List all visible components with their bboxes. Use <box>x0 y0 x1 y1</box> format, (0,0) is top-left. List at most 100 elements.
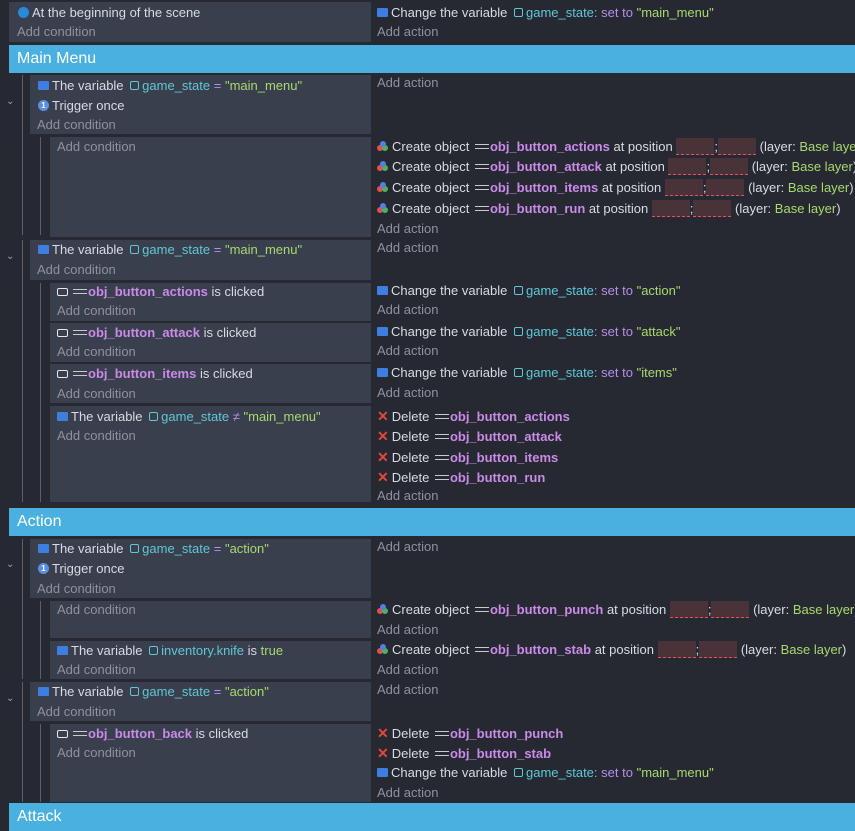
add-action-link[interactable]: Add action <box>377 22 438 42</box>
add-action-link[interactable]: Add action <box>377 73 438 93</box>
add-condition-link[interactable]: Add condition <box>57 137 136 157</box>
create-object-icon <box>377 182 389 193</box>
action-create-object[interactable]: Create object obj_button_punch at positi… <box>377 600 855 620</box>
action-create-object[interactable]: Create object obj_button_run at position… <box>377 199 841 219</box>
position-y-field[interactable] <box>717 138 756 156</box>
add-action-link[interactable]: Add action <box>377 383 438 403</box>
add-condition-link[interactable]: Add condition <box>57 600 136 620</box>
variable-icon <box>38 687 49 697</box>
delete-icon: ✕ <box>377 449 389 465</box>
object-icon <box>474 647 489 653</box>
action-delete-object[interactable]: ✕ Delete obj_button_stab <box>377 743 551 763</box>
action-create-object[interactable]: Create object obj_button_items at positi… <box>377 178 854 198</box>
add-condition-link[interactable]: Add condition <box>17 22 96 42</box>
action-create-object[interactable]: Create object obj_button_stab at positio… <box>377 640 846 660</box>
action-create-object[interactable]: Create object obj_button_actions at posi… <box>377 137 855 157</box>
add-condition-link[interactable]: Add condition <box>57 342 136 362</box>
condition-variable-equals[interactable]: The variable game_state = "main_menu" <box>38 76 302 96</box>
condition-variable-true[interactable]: The variable inventory.knife is true <box>57 641 283 661</box>
action-delete-object[interactable]: ✕ Delete obj_button_punch <box>377 723 563 743</box>
collapse-chevron-icon[interactable]: ⌄ <box>6 559 14 570</box>
position-x-field[interactable] <box>651 200 690 218</box>
group-header-action[interactable]: Action <box>9 508 855 536</box>
scene-variable-icon <box>149 412 159 422</box>
action-change-variable[interactable]: Change the variable game_state: set to "… <box>377 763 714 783</box>
condition-scene-start[interactable]: At the beginning of the scene <box>18 3 200 23</box>
group-header-attack[interactable]: Attack <box>9 803 855 831</box>
delete-icon: ✕ <box>377 745 389 761</box>
position-y-field[interactable] <box>706 179 745 197</box>
position-x-field[interactable] <box>668 158 707 176</box>
condition-object-clicked[interactable]: obj_button_back is clicked <box>57 724 248 744</box>
add-condition-link[interactable]: Add condition <box>57 384 136 404</box>
position-y-field[interactable] <box>693 200 732 218</box>
condition-object-clicked[interactable]: obj_button_attack is clicked <box>57 323 256 343</box>
condition-variable-equals[interactable]: The variable game_state = "action" <box>38 539 269 559</box>
condition-object-clicked[interactable]: obj_button_items is clicked <box>57 364 253 384</box>
add-action-link[interactable]: Add action <box>377 660 438 680</box>
action-delete-object[interactable]: ✕ Delete obj_button_attack <box>377 426 562 446</box>
add-condition-link[interactable]: Add condition <box>37 579 116 599</box>
scene-variable-icon <box>513 327 523 337</box>
add-action-link[interactable]: Add action <box>377 341 438 361</box>
scene-variable-icon <box>513 286 523 296</box>
add-action-link[interactable]: Add action <box>377 486 438 506</box>
add-action-link[interactable]: Add action <box>377 537 438 557</box>
add-action-link[interactable]: Add action <box>377 238 438 258</box>
collapse-chevron-icon[interactable]: ⌄ <box>6 251 14 262</box>
condition-trigger-once[interactable]: 1 Trigger once <box>38 96 125 116</box>
add-action-link[interactable]: Add action <box>377 300 438 320</box>
position-x-field[interactable] <box>669 601 708 619</box>
object-icon <box>434 434 449 440</box>
condition-variable-equals[interactable]: The variable game_state = "main_menu" <box>38 240 302 260</box>
collapse-chevron-icon[interactable]: ⌄ <box>6 693 14 704</box>
scene-variable-icon <box>130 81 140 91</box>
scene-variable-icon <box>130 245 140 255</box>
position-y-field[interactable] <box>710 158 749 176</box>
condition-object-clicked[interactable]: obj_button_actions is clicked <box>57 282 264 302</box>
add-condition-link[interactable]: Add condition <box>57 660 136 680</box>
object-icon <box>73 289 87 295</box>
create-object-icon <box>377 161 389 172</box>
action-create-object[interactable]: Create object obj_button_attack at posit… <box>377 157 855 177</box>
event-tree-line <box>22 75 23 235</box>
delete-icon: ✕ <box>377 469 389 485</box>
position-x-field[interactable] <box>676 138 715 156</box>
action-delete-object[interactable]: ✕ Delete obj_button_run <box>377 467 545 487</box>
add-action-link[interactable]: Add action <box>377 783 438 803</box>
add-action-link[interactable]: Add action <box>377 219 438 239</box>
variable-icon <box>377 286 388 296</box>
position-x-field[interactable] <box>664 179 703 197</box>
scene-variable-icon <box>130 544 140 554</box>
action-change-variable[interactable]: Change the variable game_state: set to "… <box>377 3 714 23</box>
add-condition-link[interactable]: Add condition <box>37 702 116 722</box>
trigger-once-icon: 1 <box>38 100 49 112</box>
event-tree-line <box>40 283 41 502</box>
group-header-main-menu[interactable]: Main Menu <box>9 45 855 73</box>
object-icon <box>474 164 489 170</box>
action-change-variable[interactable]: Change the variable game_state: set to "… <box>377 363 677 383</box>
action-delete-object[interactable]: ✕ Delete obj_button_actions <box>377 406 570 426</box>
add-action-link[interactable]: Add action <box>377 620 438 640</box>
add-condition-link[interactable]: Add condition <box>57 426 136 446</box>
variable-icon <box>57 646 68 656</box>
condition-variable-equals[interactable]: The variable game_state = "action" <box>38 682 269 702</box>
condition-trigger-once[interactable]: 1 Trigger once <box>38 559 125 579</box>
scene-variable-icon <box>149 646 159 656</box>
collapse-chevron-icon[interactable]: ⌄ <box>6 96 14 107</box>
scene-icon <box>18 7 29 19</box>
add-action-link[interactable]: Add action <box>377 680 438 700</box>
create-object-icon <box>377 141 389 152</box>
position-y-field[interactable] <box>699 641 738 659</box>
add-condition-link[interactable]: Add condition <box>37 115 116 135</box>
add-condition-link[interactable]: Add condition <box>37 260 116 280</box>
add-condition-link[interactable]: Add condition <box>57 743 136 763</box>
action-change-variable[interactable]: Change the variable game_state: set to "… <box>377 322 681 342</box>
action-delete-object[interactable]: ✕ Delete obj_button_items <box>377 447 558 467</box>
position-y-field[interactable] <box>711 601 750 619</box>
action-change-variable[interactable]: Change the variable game_state: set to "… <box>377 281 681 301</box>
condition-variable-not-equals[interactable]: The variable game_state ≠ "main_menu" <box>57 407 321 427</box>
add-condition-link[interactable]: Add condition <box>57 301 136 321</box>
position-x-field[interactable] <box>657 641 696 659</box>
object-icon <box>434 414 449 420</box>
